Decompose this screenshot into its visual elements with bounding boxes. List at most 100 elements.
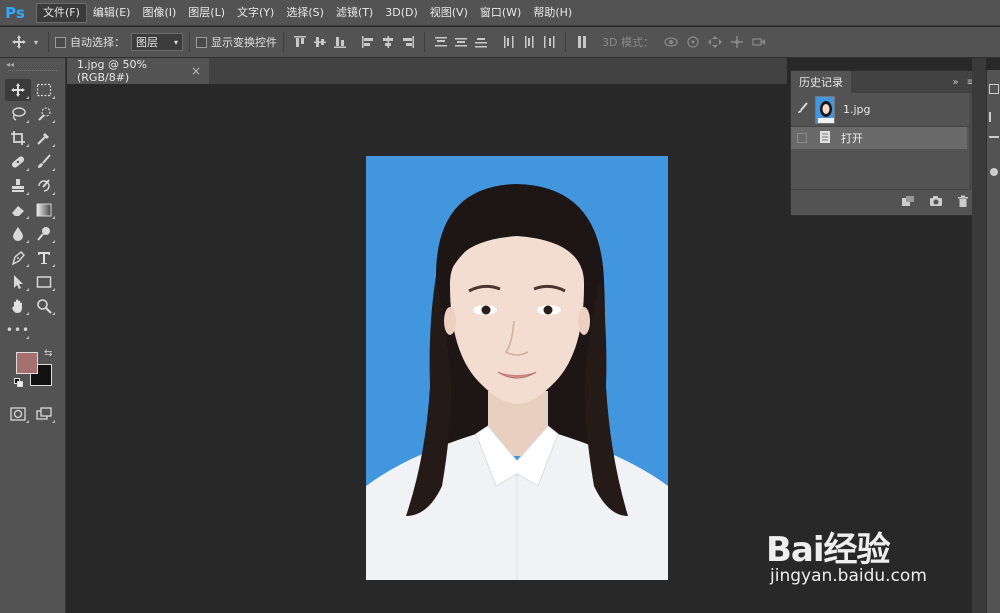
menu-view[interactable]: 视图(V) (424, 3, 474, 23)
history-panel-tab[interactable]: 历史记录 (791, 71, 851, 93)
document-tab-title: 1.jpg @ 50%(RGB/8#) (77, 58, 147, 84)
show-transform-checkbox[interactable]: 显示变换控件 (196, 34, 277, 50)
dock-icon[interactable] (990, 168, 998, 176)
distribute-left-icon[interactable] (499, 32, 519, 52)
3d-slide-icon[interactable] (726, 31, 748, 53)
align-top-icon[interactable] (290, 32, 310, 52)
menu-file[interactable]: 文件(F) (36, 2, 87, 23)
3d-orbit-icon[interactable] (660, 31, 682, 53)
distribute-right-icon[interactable] (539, 32, 559, 52)
close-icon[interactable]: × (191, 64, 201, 78)
align-bottom-icon[interactable] (330, 32, 350, 52)
move-tool-icon[interactable] (5, 79, 31, 101)
history-brush-tool-icon[interactable] (31, 175, 57, 197)
menu-3d[interactable]: 3D(D) (379, 3, 424, 23)
document-image[interactable] (366, 156, 668, 580)
pen-tool-icon[interactable] (5, 247, 31, 269)
menu-filter[interactable]: 滤镜(T) (330, 3, 379, 23)
clone-stamp-tool-icon[interactable] (5, 175, 31, 197)
right-dock-gutter (972, 58, 986, 613)
dock-icon[interactable] (989, 136, 999, 144)
dock-icon[interactable] (989, 112, 999, 122)
history-panel-footer (791, 189, 981, 215)
menu-help[interactable]: 帮助(H) (527, 3, 578, 23)
right-dock (986, 70, 1000, 613)
history-checkbox[interactable] (797, 133, 807, 143)
history-brush-source-icon[interactable] (797, 102, 809, 117)
new-document-from-state-icon[interactable] (901, 195, 915, 210)
checkbox-icon (55, 36, 66, 48)
more-tools-icon[interactable]: ••• (5, 319, 31, 341)
auto-select-dropdown[interactable]: 图层 ▾ (131, 33, 183, 51)
foreground-color-swatch[interactable] (16, 352, 38, 374)
menu-window[interactable]: 窗口(W) (474, 3, 527, 23)
auto-select-label: 自动选择： (70, 36, 125, 49)
watermark-brand: Bai经验 (766, 530, 891, 570)
auto-align-icon[interactable] (572, 32, 592, 52)
eyedropper-tool-icon[interactable] (31, 127, 57, 149)
lasso-tool-icon[interactable] (5, 103, 31, 125)
dodge-tool-icon[interactable] (31, 223, 57, 245)
eraser-tool-icon[interactable] (5, 199, 31, 221)
chevron-down-icon[interactable]: ▾ (30, 31, 42, 53)
gradient-tool-icon[interactable] (31, 199, 57, 221)
swap-colors-icon[interactable]: ⇆ (44, 348, 52, 359)
document-icon (819, 130, 831, 147)
trash-icon[interactable] (957, 195, 969, 210)
dock-icon[interactable] (989, 84, 999, 94)
screen-mode-icon[interactable] (31, 403, 57, 425)
3d-pan-icon[interactable] (704, 31, 726, 53)
auto-select-value: 图层 (136, 36, 158, 49)
marquee-tool-icon[interactable] (31, 79, 57, 101)
distribute-bottom-icon[interactable] (471, 32, 491, 52)
distribute-hcenter-icon[interactable] (519, 32, 539, 52)
quick-mask-icon[interactable] (5, 403, 31, 425)
default-colors-icon[interactable] (14, 378, 23, 387)
healing-brush-tool-icon[interactable] (5, 151, 31, 173)
watermark-url: jingyan.baidu.com (770, 566, 927, 586)
quick-select-tool-icon[interactable] (31, 103, 57, 125)
zoom-tool-icon[interactable] (31, 295, 57, 317)
history-item-open[interactable]: 打开 (791, 127, 967, 149)
3d-mode-label: 3D 模式： (602, 36, 654, 49)
distribute-vcenter-icon[interactable] (451, 32, 471, 52)
path-select-tool-icon[interactable] (5, 271, 31, 293)
align-hcenter-icon[interactable] (378, 32, 398, 52)
hand-tool-icon[interactable] (5, 295, 31, 317)
separator (189, 32, 190, 52)
snapshot-thumbnail (815, 95, 835, 124)
separator (565, 32, 566, 52)
portrait-photo (366, 156, 668, 580)
ps-logo: Ps (5, 3, 25, 22)
align-right-icon[interactable] (398, 32, 418, 52)
3d-scale-icon[interactable] (748, 31, 770, 53)
rectangle-tool-icon[interactable] (31, 271, 57, 293)
document-tab[interactable]: 1.jpg @ 50%(RGB/8#) × (67, 58, 209, 84)
menu-select[interactable]: 选择(S) (280, 3, 330, 23)
move-tool-preset-icon[interactable] (8, 31, 30, 53)
panel-grip[interactable] (8, 70, 57, 78)
type-tool-icon[interactable] (31, 247, 57, 269)
brush-tool-icon[interactable] (31, 151, 57, 173)
checkbox-icon (196, 36, 207, 48)
auto-select-checkbox[interactable]: 自动选择： (55, 34, 125, 50)
collapse-icon[interactable]: ◂◂ (0, 58, 65, 70)
menu-type[interactable]: 文字(Y) (231, 3, 280, 23)
snapshot-name: 1.jpg (843, 103, 871, 116)
menu-layer[interactable]: 图层(L) (182, 3, 231, 23)
align-vcenter-icon[interactable] (310, 32, 330, 52)
blur-tool-icon[interactable] (5, 223, 31, 245)
menu-edit[interactable]: 编辑(E) (87, 3, 137, 23)
distribute-top-icon[interactable] (431, 32, 451, 52)
camera-icon[interactable] (929, 195, 943, 210)
separator (48, 32, 49, 52)
history-item-label: 打开 (841, 132, 863, 145)
3d-roll-icon[interactable] (682, 31, 704, 53)
crop-tool-icon[interactable] (5, 127, 31, 149)
options-bar: ▾ 自动选择： 图层 ▾ 显示变换控件 3D 模式： (0, 27, 1000, 58)
align-left-icon[interactable] (358, 32, 378, 52)
menu-bar: Ps 文件(F) 编辑(E) 图像(I) 图层(L) 文字(Y) 选择(S) 滤… (0, 0, 1000, 26)
menu-image[interactable]: 图像(I) (136, 3, 182, 23)
history-snapshot[interactable]: 1.jpg (791, 93, 981, 127)
collapse-panel-icon[interactable]: » (952, 77, 958, 88)
